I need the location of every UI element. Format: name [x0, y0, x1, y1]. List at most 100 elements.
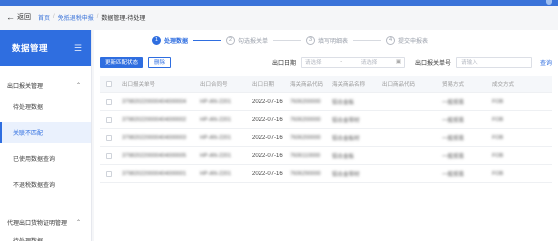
- step-1: 1 处理数据: [152, 35, 189, 45]
- steps-indicator: 1 处理数据 2 勾选报关单 3 填写明细表 4 提交申报表: [152, 33, 428, 47]
- step-number: 2: [226, 35, 236, 45]
- step-number: 4: [386, 35, 396, 45]
- step-label: 勾选报关单: [238, 38, 269, 45]
- sidebar-title: 数据管理: [12, 43, 49, 53]
- date-end-input[interactable]: 请选择: [361, 58, 378, 66]
- sidebar-group-export-declaration[interactable]: 出口报关管理 ⌃: [0, 75, 91, 96]
- calendar-icon: ▣: [395, 59, 402, 65]
- table-row[interactable]: 379820220000404000003 HP-AN-2201 2022-07…: [100, 129, 552, 147]
- declaration-number-input[interactable]: 请输入: [456, 56, 533, 68]
- step-connector: [353, 39, 382, 41]
- step-number: 1: [152, 35, 161, 45]
- declarations-table: 出口报关单号 出口合同号 出口日期 海关商品代码 海关商品名称 出口商品代码 贸…: [100, 76, 552, 183]
- main-content: 1 处理数据 2 勾选报关单 3 填写明细表 4 提交申报表 更新匹配状态 删除…: [94, 30, 558, 241]
- declaration-number-label: 出口报关单号: [415, 60, 452, 67]
- date-range-separator: -: [340, 59, 343, 65]
- cell-contract-no: HP-AN-2201: [200, 134, 232, 141]
- breadcrumb-home[interactable]: 首页: [38, 13, 50, 22]
- sidebar-item-used-query[interactable]: 已使用数据查询: [0, 148, 91, 169]
- cell-trade-mode: 一般贸易: [442, 171, 465, 178]
- cell-hs-code: 7606200000: [290, 116, 321, 123]
- step-connector: [193, 39, 222, 41]
- cell-hs-name: 铝合金带材: [332, 171, 360, 178]
- step-label: 处理数据: [164, 38, 189, 45]
- row-checkbox[interactable]: [100, 134, 118, 141]
- step-2: 2 勾选报关单: [226, 35, 269, 45]
- arrow-left-icon: ←: [6, 11, 15, 22]
- row-checkbox[interactable]: [100, 152, 118, 159]
- sidebar-item-agent-pending[interactable]: 待处理数据: [0, 233, 91, 241]
- cell-declaration-no: 379820220000404000004: [122, 98, 187, 105]
- update-match-status-button[interactable]: 更新匹配状态: [100, 56, 144, 68]
- step-number: 3: [306, 35, 316, 45]
- table-row[interactable]: 379820220000404000002 HP-AN-2201 2022-07…: [100, 111, 552, 129]
- breadcrumb: ← 返回 首页 / 免抵退税申报 / 数据管理-待处理: [0, 6, 558, 28]
- table-row[interactable]: 379820220000404000001 HP-AN-2201 2022-07…: [100, 165, 552, 183]
- header-contract-no: 出口合同号: [200, 82, 228, 88]
- chevron-up-icon: ⌃: [75, 220, 81, 226]
- cell-export-date: 2022-07-16: [252, 116, 283, 123]
- step-label: 提交申报表: [398, 38, 429, 45]
- cell-declaration-no: 379820220000404000002: [122, 116, 187, 123]
- cell-declaration-no: 379820220000404000003: [122, 134, 187, 141]
- breadcrumb-declaration[interactable]: 免抵退税申报: [58, 13, 94, 22]
- back-button[interactable]: ← 返回: [6, 12, 31, 22]
- row-checkbox[interactable]: [100, 116, 118, 123]
- sidebar: 数据管理 ☰ 出口报关管理 ⌃ 待处理数据 关联不匹配 已使用数据查询 不退税数…: [0, 30, 92, 241]
- cell-contract-no: HP-AN-2201: [200, 116, 232, 123]
- breadcrumb-current: 数据管理-待处理: [101, 15, 146, 22]
- cell-deal-mode: FOB: [492, 98, 504, 105]
- table-row[interactable]: 379820220000404000005 HP-AN-2201 2022-07…: [100, 147, 552, 165]
- sidebar-group-label: 出口报关管理: [7, 84, 44, 90]
- cell-export-date: 2022-07-16: [252, 152, 283, 159]
- menu-icon[interactable]: ☰: [74, 43, 82, 54]
- header-hs-name: 海关商品名称: [332, 82, 366, 88]
- header-export-date: 出口日期: [252, 82, 275, 88]
- step-connector: [273, 39, 302, 41]
- cell-trade-mode: 一般贸易: [442, 153, 465, 160]
- cell-trade-mode: 一般贸易: [442, 135, 465, 142]
- cell-hs-code: 7606290000: [290, 170, 321, 177]
- cell-trade-mode: 一般贸易: [442, 99, 465, 106]
- row-checkbox[interactable]: [100, 170, 118, 177]
- cell-hs-name: 铝合金板材: [332, 135, 360, 142]
- select-all-checkbox[interactable]: [100, 81, 118, 87]
- step-label: 填写明细表: [318, 38, 349, 45]
- user-avatar[interactable]: [546, 0, 552, 5]
- sidebar-item-pending[interactable]: 待处理数据: [0, 96, 91, 117]
- row-checkbox[interactable]: [100, 98, 118, 105]
- date-start-input[interactable]: 请选择: [305, 58, 322, 66]
- chevron-up-icon: ⌃: [75, 83, 81, 89]
- query-button[interactable]: 查询: [540, 58, 552, 67]
- cell-export-date: 2022-07-16: [252, 98, 283, 105]
- cell-export-date: 2022-07-16: [252, 134, 283, 141]
- export-date-label: 出口日期: [272, 60, 297, 67]
- step-4: 4 提交申报表: [386, 35, 429, 45]
- cell-trade-mode: 一般贸易: [442, 117, 465, 124]
- cell-deal-mode: FOB: [492, 170, 504, 177]
- sidebar-item-non-refund-query[interactable]: 不退税数据查询: [0, 174, 91, 195]
- sidebar-item-unmatched[interactable]: 关联不匹配: [0, 122, 91, 143]
- delete-button[interactable]: 删除: [148, 56, 172, 68]
- table-row[interactable]: 379820220000404000004 HP-AN-2201 2022-07…: [100, 93, 552, 111]
- header-deal-mode: 成交方式: [492, 82, 515, 88]
- cell-hs-code: 7606110000: [290, 152, 321, 159]
- back-label: 返回: [17, 14, 31, 21]
- step-3: 3 填写明细表: [306, 35, 349, 45]
- cell-contract-no: HP-AN-2201: [200, 98, 232, 105]
- cell-declaration-no: 379820220000404000001: [122, 170, 187, 177]
- sidebar-group-agent-export[interactable]: 代理出口货物证明管理 ⌃: [0, 212, 91, 233]
- header-goods-code: 出口商品代码: [382, 82, 416, 88]
- breadcrumb-separator: /: [96, 14, 99, 20]
- header-declaration-no: 出口报关单号: [122, 82, 156, 88]
- table-header: 出口报关单号 出口合同号 出口日期 海关商品代码 海关商品名称 出口商品代码 贸…: [100, 76, 552, 93]
- sidebar-group-label: 代理出口货物证明管理: [7, 221, 68, 227]
- cell-deal-mode: FOB: [492, 134, 504, 141]
- cell-hs-name: 铝合金板: [332, 153, 355, 160]
- cell-declaration-no: 379820220000404000005: [122, 152, 187, 159]
- cell-deal-mode: FOB: [492, 116, 504, 123]
- export-date-range-picker[interactable]: 请选择 - 请选择 ▣: [301, 56, 406, 68]
- sidebar-header: 数据管理 ☰: [0, 30, 91, 66]
- cell-contract-no: HP-AN-2201: [200, 170, 232, 177]
- cell-export-date: 2022-07-16: [252, 170, 283, 177]
